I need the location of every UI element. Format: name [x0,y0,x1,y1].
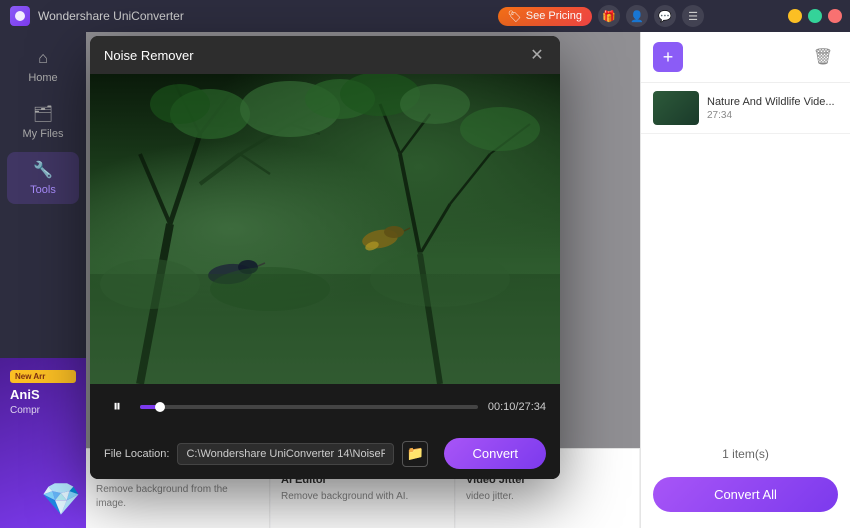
new-arrival-icon: 💎 [41,480,81,518]
app-title: Wondershare UniConverter [38,9,184,23]
modal-title: Noise Remover [104,48,194,63]
feature-desc-ai-editor: Remove background with AI. [281,490,444,504]
new-arrival-subtitle: Compr [10,405,76,416]
window-controls [788,9,842,23]
chat-button[interactable]: 💬 [654,5,676,27]
minimize-button[interactable] [788,9,802,23]
time-display: 00:10/27:34 [488,401,546,413]
convert-button[interactable]: Convert [444,438,546,469]
new-arrival-banner[interactable]: New Arr AniS Compr 💎 [0,358,86,528]
tools-icon: 🔧 [33,160,53,180]
user-button[interactable]: 👤 [626,5,648,27]
maximize-button[interactable] [808,9,822,23]
file-location-label: File Location: [104,448,169,460]
sidebar-label-home: Home [28,72,57,84]
app-icon [10,6,30,26]
menu-button[interactable]: ☰ [682,5,704,27]
window-close-button[interactable] [828,9,842,23]
file-location-input[interactable] [177,443,394,465]
sidebar-label-tools: Tools [30,184,56,196]
new-arrival-title: AniS [10,387,76,403]
item-count: 1 item(s) [641,439,850,469]
right-panel: + 🗑 Nature And Wildlife Vide... 27:34 1 … [640,32,850,528]
folder-icon: 📁 [407,445,424,462]
add-file-button[interactable]: + [653,42,683,72]
progress-handle [155,402,165,412]
file-name: Nature And Wildlife Vide... [707,96,838,108]
right-panel-header: + 🗑 [641,32,850,83]
sidebar-item-my-files[interactable]: 🗂 My Files [7,96,79,148]
feature-desc-noise-remover: Remove background from the image. [96,483,259,511]
noise-remover-modal: Noise Remover ✕ [90,36,560,479]
modal-close-button[interactable]: ✕ [528,46,546,64]
modal-controls: ⏸ 00:10/27:34 [90,384,560,430]
title-bar-left: Wondershare UniConverter [0,6,184,26]
home-icon: ⌂ [38,50,48,68]
see-pricing-button[interactable]: 🏷 See Pricing [498,7,592,26]
delete-file-button[interactable]: 🗑 [808,42,838,72]
sidebar-item-tools[interactable]: 🔧 Tools [7,152,79,204]
file-duration: 27:34 [707,110,838,121]
trash-icon: 🗑 [813,47,833,67]
pricing-label: See Pricing [526,10,582,22]
my-files-icon: 🗂 [33,104,53,124]
file-info: Nature And Wildlife Vide... 27:34 [707,96,838,121]
folder-browse-button[interactable]: 📁 [402,441,428,467]
play-pause-button[interactable]: ⏸ [104,394,130,420]
convert-all-button[interactable]: Convert All [653,477,838,512]
feature-desc-video-jitter: video jitter. [466,490,629,504]
video-area [90,74,560,384]
modal-header: Noise Remover ✕ [90,36,560,74]
new-arrival-badge: New Arr [10,370,76,383]
thumbnail-image [653,91,699,125]
add-file-icon: + [663,47,674,68]
pricing-icon: 🏷 [508,10,522,23]
modal-overlay: Noise Remover ✕ [86,32,640,448]
gift-button[interactable]: 🎁 [598,5,620,27]
title-bar: Wondershare UniConverter 🏷 See Pricing 🎁… [0,0,850,32]
sidebar-label-my-files: My Files [23,128,64,140]
file-list-item: Nature And Wildlife Vide... 27:34 [641,83,850,134]
video-progress-bar[interactable] [140,405,478,409]
sidebar-item-home[interactable]: ⌂ Home [7,42,79,92]
video-placeholder [90,74,560,384]
file-thumbnail [653,91,699,125]
modal-footer: File Location: 📁 Convert [90,430,560,479]
video-overlay-svg [90,74,560,384]
